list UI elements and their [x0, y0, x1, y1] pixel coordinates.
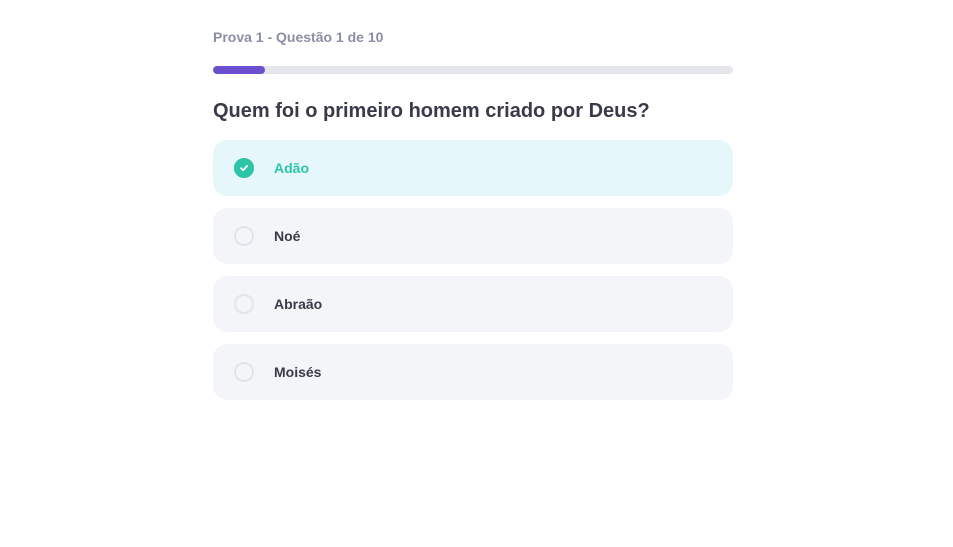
answer-options: Adão Noé Abraão Moisés [213, 140, 733, 400]
progress-bar [213, 66, 733, 74]
answer-option-label: Adão [274, 160, 309, 176]
check-icon [234, 158, 254, 178]
answer-option-moises[interactable]: Moisés [213, 344, 733, 400]
quiz-meta-label: Prova 1 - Questão 1 de 10 [213, 29, 384, 45]
answer-option-abraao[interactable]: Abraão [213, 276, 733, 332]
radio-icon [234, 362, 254, 382]
answer-option-adao[interactable]: Adão [213, 140, 733, 196]
answer-option-label: Noé [274, 228, 301, 244]
progress-bar-fill [213, 66, 265, 74]
answer-option-label: Moisés [274, 364, 322, 380]
answer-option-label: Abraão [274, 296, 323, 312]
quiz-card: Prova 1 - Questão 1 de 10 Quem foi o pri… [213, 28, 733, 412]
answer-option-noe[interactable]: Noé [213, 208, 733, 264]
question-title: Quem foi o primeiro homem criado por Deu… [213, 100, 650, 122]
radio-icon [234, 226, 254, 246]
radio-icon [234, 294, 254, 314]
